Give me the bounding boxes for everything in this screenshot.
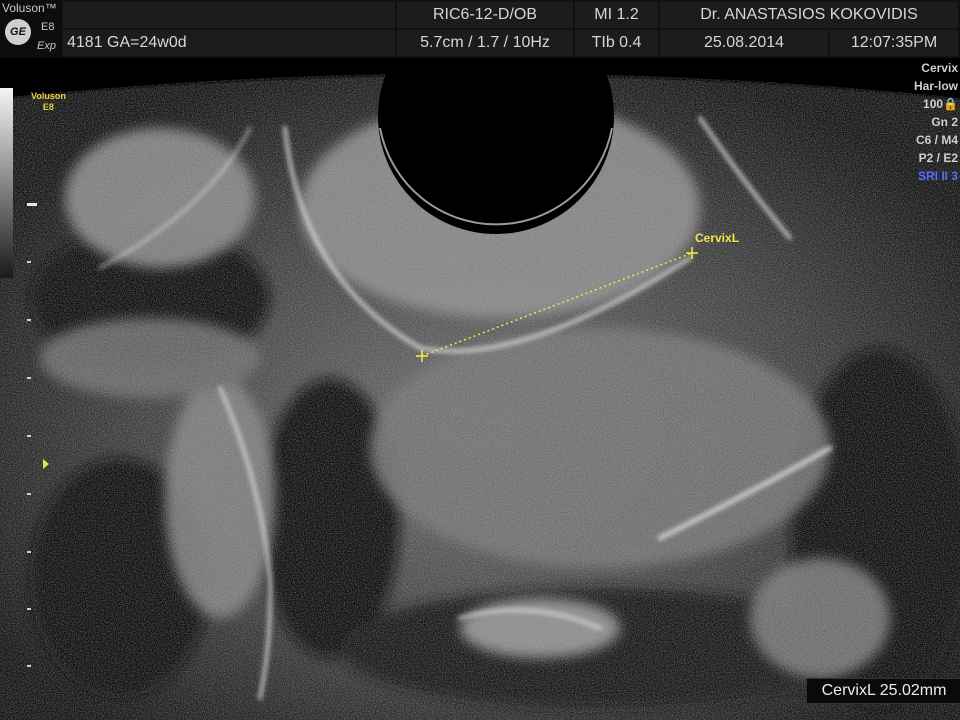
lock-icon: 🔒 <box>943 97 958 111</box>
probe-logo-line1: Voluson <box>31 91 66 101</box>
param-persistence-enhance: P2 / E2 <box>918 151 958 165</box>
depth-scale-tick <box>27 377 31 379</box>
ultrasound-scan-svg <box>0 58 960 720</box>
param-power-value: 100 <box>923 97 944 111</box>
param-application: Cervix <box>921 61 958 75</box>
depth-scale-tick <box>27 435 31 437</box>
param-sri: SRI II 3 <box>917 169 958 183</box>
probe-preset: RIC6-12-D/OB <box>397 2 573 28</box>
grayscale-bar <box>0 88 13 278</box>
exam-date: 25.08.2014 <box>660 30 828 56</box>
brand-block: Voluson™ GE E8 Exp <box>0 0 62 58</box>
depth-scale-tick <box>27 665 31 667</box>
probe-logo-line2: E8 <box>42 102 54 112</box>
focus-marker-icon[interactable] <box>43 459 49 469</box>
thermal-index: TIb 0.4 <box>575 30 658 56</box>
brand-name: Voluson™ <box>2 1 57 15</box>
depth-scale-tick <box>27 551 31 553</box>
depth-scale-tick <box>27 203 37 206</box>
depth-scale-tick <box>27 493 31 495</box>
depth-scale-tick <box>27 319 31 321</box>
param-gain: Gn 2 <box>931 115 958 129</box>
measurement-label: CervixL <box>695 231 740 245</box>
param-harmonic: Har-low <box>913 79 958 93</box>
brand-model: E8 <box>41 21 55 33</box>
depth-scale-tick <box>27 608 31 610</box>
probe-logo: Voluson E8 <box>31 91 66 113</box>
measurement-result: CervixL 25.02mm <box>806 678 960 704</box>
patient-info: 4181 GA=24w0d <box>63 30 395 56</box>
mechanical-index: MI 1.2 <box>575 2 658 28</box>
ge-logo-icon: GE <box>5 19 31 45</box>
depth-settings: 5.7cm / 1.7 / 10Hz <box>397 30 573 56</box>
exam-time: 12:07:35PM <box>830 30 958 56</box>
param-power: 100🔒 <box>914 95 958 113</box>
param-contrast-map: C6 / M4 <box>915 133 958 147</box>
ultrasound-image[interactable] <box>0 58 960 720</box>
status-header: Voluson™ GE E8 Exp RIC6-12-D/OB MI 1.2 D… <box>0 0 960 58</box>
operator-name: Dr. ANASTASIOS KOKOVIDIS <box>660 2 958 28</box>
header-blank-cell <box>63 2 395 28</box>
parameter-panel: Cervix Har-low 100🔒 Gn 2 C6 / M4 P2 / E2… <box>914 59 958 185</box>
brand-variant: Exp <box>37 40 56 52</box>
depth-scale-tick <box>27 261 31 263</box>
